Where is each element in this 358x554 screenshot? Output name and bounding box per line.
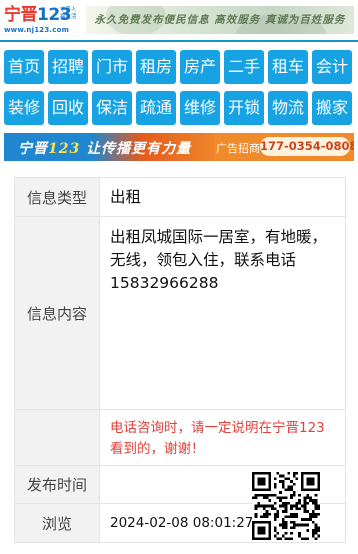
ad-phone[interactable]: 177-0354-0808 — [260, 137, 354, 156]
logo-text: 宁晋 — [4, 5, 38, 25]
logo-side-text: 宁晋人 福生活 — [60, 7, 77, 20]
nav-button[interactable]: 物流 — [268, 91, 308, 125]
row-notice: 电话咨询时，请一定说明在宁晋123看到的，谢谢！ — [15, 410, 345, 466]
content-label: 信息内容 — [15, 217, 100, 409]
nav-button[interactable]: 搬家 — [312, 91, 352, 125]
ad-slogan: 宁晋123 让传播更有力量 — [18, 138, 191, 158]
nav-button[interactable]: 保洁 — [92, 91, 132, 125]
nav-button[interactable]: 会计 — [312, 50, 352, 84]
ad-logo-number: 123 — [48, 141, 81, 157]
site-header: 宁晋123 宁晋人 福生活 www.nj123.com 永久免费发布便民信息 高… — [0, 0, 358, 42]
banner-text: 永久免费发布便民信息 高效服务 真诚为百姓服务 — [94, 14, 346, 26]
nav-button[interactable]: 装修 — [4, 91, 44, 125]
nav-button[interactable]: 招聘 — [48, 50, 88, 84]
nav-button[interactable]: 房产 — [180, 50, 220, 84]
nav-button[interactable]: 门市 — [92, 50, 132, 84]
publish-time-label: 发布时间 — [15, 466, 100, 503]
type-label: 信息类型 — [15, 178, 100, 216]
nav-button[interactable]: 开锁 — [224, 91, 264, 125]
logo-url: www.nj123.com — [4, 26, 70, 34]
type-value: 出租 — [110, 188, 142, 206]
info-table: 信息类型 出租 信息内容 出租凤城国际一居室，有地暖，无线，领包入住，联系电话1… — [14, 177, 346, 543]
nav-button[interactable]: 回收 — [48, 91, 88, 125]
ad-slogan-text: 让传播更有力量 — [86, 141, 192, 157]
contact-notice: 电话咨询时，请一定说明在宁晋123看到的，谢谢！ — [110, 420, 325, 457]
notice-label-cell — [15, 410, 100, 465]
row-type: 信息类型 出租 — [15, 178, 345, 217]
nav-button[interactable]: 首页 — [4, 50, 44, 84]
row-content: 信息内容 出租凤城国际一居室，有地暖，无线，领包入住，联系电话158329662… — [15, 217, 345, 410]
ad-logo-text: 宁晋 — [18, 141, 48, 157]
views-label: 浏览 — [15, 504, 100, 542]
qr-code-icon — [252, 472, 320, 540]
nav-button[interactable]: 疏通 — [136, 91, 176, 125]
site-logo[interactable]: 宁晋123 宁晋人 福生活 www.nj123.com — [4, 4, 77, 36]
nav-button[interactable]: 维修 — [180, 91, 220, 125]
content-value: 出租凤城国际一居室，有地暖，无线，领包入住，联系电话15832966288 — [110, 228, 328, 292]
ad-banner[interactable]: 宁晋123 让传播更有力量 广告招商 177-0354-0808 — [4, 133, 354, 161]
header-banner: 永久免费发布便民信息 高效服务 真诚为百姓服务 — [86, 6, 354, 34]
views-value: 2024-02-08 08:01:27 — [110, 515, 254, 531]
ad-label: 广告招商 — [216, 142, 260, 155]
nav-button[interactable]: 租车 — [268, 50, 308, 84]
nav-button[interactable]: 租房 — [136, 50, 176, 84]
nav-button[interactable]: 二手 — [224, 50, 264, 84]
